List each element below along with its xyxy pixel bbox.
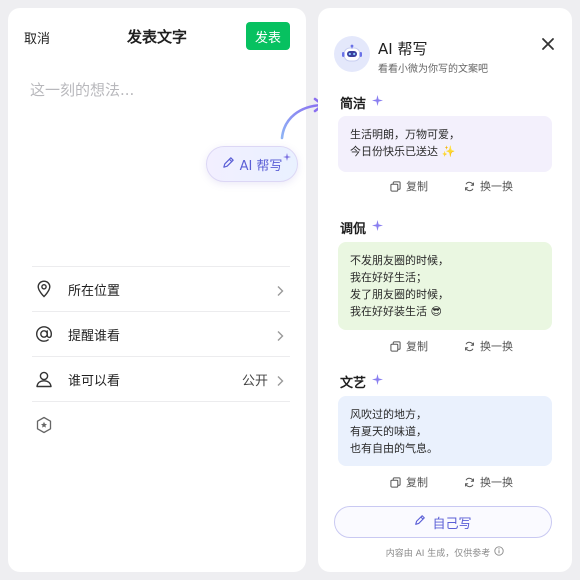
- option-visibility[interactable]: 谁可以看 公开: [32, 356, 290, 401]
- suggestion-line: 我在好好装生活 😎: [350, 305, 442, 318]
- chevron-right-icon: [276, 282, 284, 301]
- post-options-list: 所在位置 提醒谁看 谁可以看 公开: [32, 266, 290, 447]
- ai-write-label: AI 帮写: [239, 158, 283, 174]
- card-actions: 复制 换一换: [338, 474, 552, 492]
- suggestion-card-concise[interactable]: 生活明朗，万物可爱， 今日份快乐已送达 ✨: [338, 116, 552, 172]
- composer-panel: 取消 发表文字 发表 AI 帮写 所在位置 提醒谁看: [8, 8, 306, 572]
- refresh-icon: [465, 477, 474, 487]
- write-myself-label: 自己写: [432, 516, 472, 532]
- ai-disclaimer: 内容由 AI 生成，仅供参考: [318, 546, 572, 559]
- option-location[interactable]: 所在位置: [32, 266, 290, 311]
- sparkle-icon: [372, 95, 384, 110]
- suggestion-line: 发了朋友圈的时候，: [350, 288, 449, 301]
- post-text-input[interactable]: [30, 78, 280, 102]
- section-heading-teasing: 调侃: [340, 218, 384, 237]
- option-remind[interactable]: 提醒谁看: [32, 311, 290, 356]
- suggestion-line: 也有自由的气息。: [350, 442, 438, 455]
- card-actions: 复制 换一换: [338, 338, 552, 356]
- suggestion-line: 生活明朗，万物可爱，: [350, 128, 460, 141]
- section-heading-literary: 文艺: [340, 372, 384, 391]
- ai-write-panel: AI 帮写 看看小微为你写的文案吧 简洁 生活明朗，万物可爱， 今日份快乐已送达…: [318, 8, 572, 572]
- close-icon: [542, 38, 554, 50]
- copy-icon: [390, 476, 401, 488]
- sparkle-icon: [372, 220, 384, 235]
- at-sign-icon: [34, 324, 54, 344]
- option-label: 所在位置: [68, 283, 121, 299]
- swap-label: 换一换: [480, 476, 513, 489]
- suggestion-line: 今日份快乐已送达 ✨: [350, 145, 456, 158]
- section-title: 调侃: [340, 222, 367, 237]
- suggestion-line: 风吹过的地方，: [350, 408, 427, 421]
- chevron-right-icon: [276, 327, 284, 346]
- suggestion-line: 不发朋友圈的时候，: [350, 254, 449, 267]
- copy-button[interactable]: 复制: [390, 178, 428, 194]
- sparkle-icon: [283, 150, 291, 165]
- suggestion-card-teasing[interactable]: 不发朋友圈的时候， 我在好好生活； 发了朋友圈的时候， 我在好好装生活 😎: [338, 242, 552, 330]
- write-myself-button[interactable]: 自己写: [334, 506, 552, 538]
- sparkle-icon: [372, 374, 384, 389]
- copy-label: 复制: [406, 476, 428, 489]
- swap-label: 换一换: [480, 180, 513, 193]
- section-title: 简洁: [340, 97, 367, 112]
- option-label: 提醒谁看: [68, 328, 121, 344]
- option-value: 公开: [241, 373, 268, 389]
- copy-icon: [390, 180, 401, 192]
- disclaimer-text: 内容由 AI 生成，仅供参考: [385, 549, 491, 559]
- pencil-icon: [414, 514, 426, 530]
- close-button[interactable]: [538, 34, 558, 54]
- swap-button[interactable]: 换一换: [464, 178, 513, 194]
- refresh-icon: [465, 341, 474, 351]
- copy-icon: [390, 340, 401, 352]
- swap-button[interactable]: 换一换: [464, 474, 513, 490]
- pencil-icon: [222, 156, 235, 173]
- option-label: 谁可以看: [68, 373, 121, 389]
- swap-button[interactable]: 换一换: [464, 338, 513, 354]
- copy-label: 复制: [406, 340, 428, 353]
- copy-button[interactable]: 复制: [390, 338, 428, 354]
- section-heading-concise: 简洁: [340, 93, 384, 112]
- ai-panel-title: AI 帮写: [378, 40, 428, 58]
- card-actions: 复制 换一换: [338, 178, 552, 196]
- copy-label: 复制: [406, 180, 428, 193]
- badge-star-icon: [34, 415, 54, 435]
- swap-label: 换一换: [480, 340, 513, 353]
- publish-button[interactable]: 发表: [246, 22, 290, 50]
- copy-button[interactable]: 复制: [390, 474, 428, 490]
- person-icon: [34, 369, 54, 389]
- suggestion-line: 有夏天的味道，: [350, 425, 427, 438]
- section-title: 文艺: [340, 376, 367, 391]
- suggestion-line: 我在好好生活；: [350, 271, 427, 284]
- chevron-right-icon: [276, 372, 284, 391]
- refresh-icon: [465, 181, 474, 191]
- robot-avatar-icon: [334, 36, 370, 72]
- option-extra[interactable]: [32, 401, 290, 447]
- suggestion-card-literary[interactable]: 风吹过的地方， 有夏天的味道， 也有自由的气息。: [338, 396, 552, 466]
- info-icon[interactable]: [494, 546, 504, 559]
- ai-panel-subtitle: 看看小微为你写的文案吧: [378, 64, 488, 75]
- ai-write-button[interactable]: AI 帮写: [206, 146, 298, 182]
- location-pin-icon: [34, 279, 54, 299]
